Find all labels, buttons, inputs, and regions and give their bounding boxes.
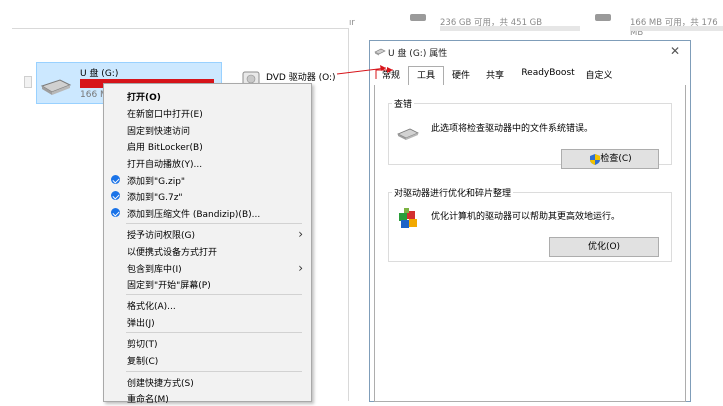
annotation-arrow-to-tab bbox=[375, 69, 393, 79]
annotation-arrows bbox=[336, 65, 393, 79]
arrowhead bbox=[387, 67, 393, 73]
annotation-arrow-to-dialog bbox=[336, 67, 387, 75]
